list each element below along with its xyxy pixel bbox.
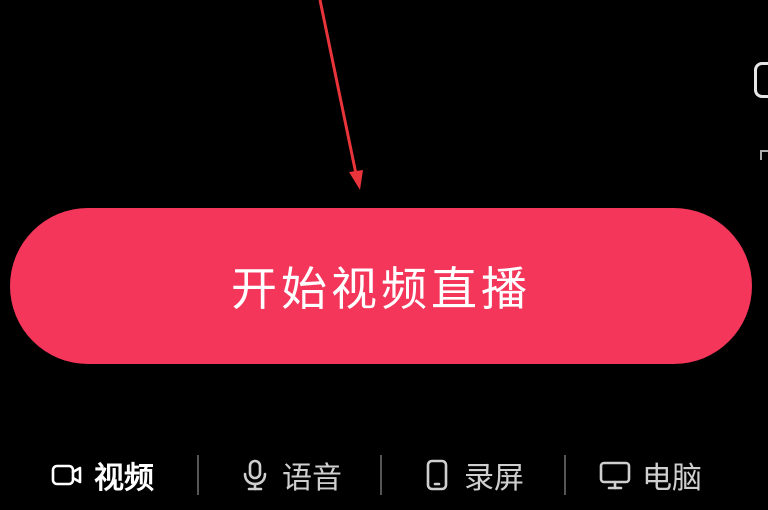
- mode-label-pc: 电脑: [642, 461, 702, 496]
- mode-tab-pc[interactable]: 电脑: [598, 446, 702, 504]
- mode-label-video: 视频: [94, 461, 154, 496]
- mode-divider: [380, 455, 382, 495]
- edge-indicator: [760, 150, 768, 160]
- mode-label-voice: 语音: [282, 461, 342, 496]
- edge-handle[interactable]: [754, 62, 768, 98]
- live-mode-bar: 视频 语音 录屏 电脑: [0, 446, 768, 504]
- microphone-icon: [238, 458, 272, 492]
- video-camera-icon: [50, 458, 84, 492]
- start-video-live-button[interactable]: 开始视频直播: [10, 208, 752, 364]
- mode-tab-video[interactable]: 视频: [50, 446, 154, 504]
- mode-tab-voice[interactable]: 语音: [238, 446, 342, 504]
- mode-divider: [564, 455, 566, 495]
- phone-screen-icon: [420, 458, 454, 492]
- mode-label-screen-record: 录屏: [464, 461, 524, 496]
- mode-tab-screen-record[interactable]: 录屏: [420, 446, 524, 504]
- mode-divider: [197, 455, 199, 495]
- monitor-icon: [598, 458, 632, 492]
